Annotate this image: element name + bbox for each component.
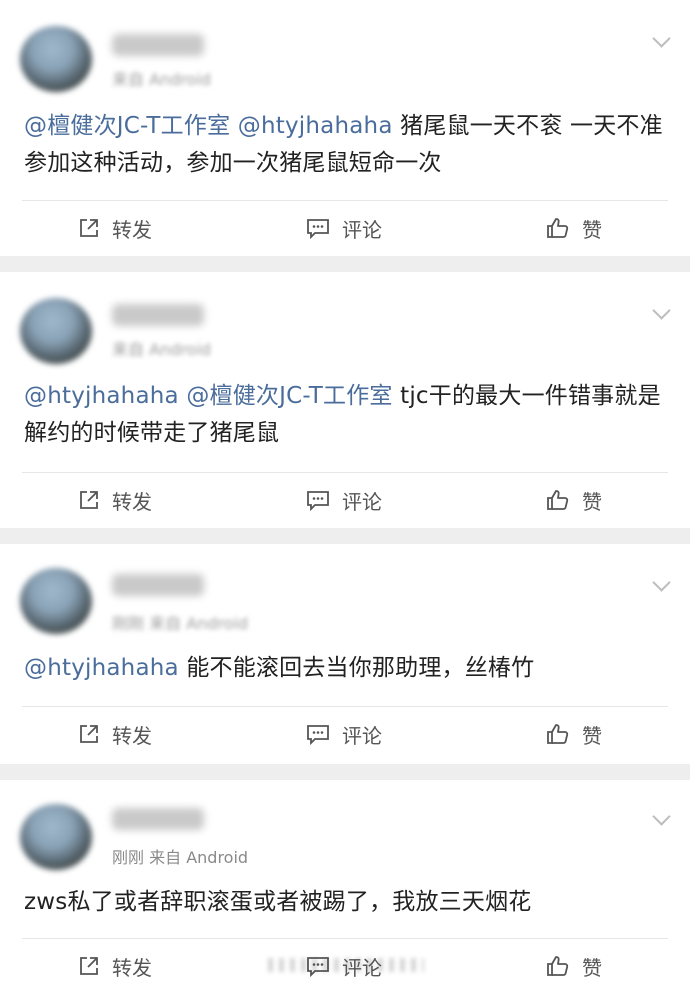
post-source: 来自 Android xyxy=(149,614,249,633)
action-bar: 转发 评论 赞 xyxy=(0,714,690,754)
username-blurred[interactable] xyxy=(112,574,204,596)
post-content: @檀健次JC-T工作室 @htyjhahaha 猪尾鼠一天不衮 一天不准参加这种… xyxy=(24,108,666,182)
comment-button[interactable]: 评论 xyxy=(306,480,382,520)
mention-link[interactable]: @檀健次JC-T工作室 xyxy=(24,113,230,139)
post-time: 刚刚 xyxy=(112,848,145,867)
comment-label: 评论 xyxy=(342,723,382,748)
post-meta: 来自 Android xyxy=(112,66,211,90)
comment-button[interactable]: 评论 xyxy=(306,208,382,248)
post-meta: 刚刚 来自 Android xyxy=(112,844,248,868)
post-source: 来自 Android xyxy=(112,340,211,359)
thumbs-up-icon xyxy=(547,490,569,510)
repost-button[interactable]: 转发 xyxy=(78,208,152,248)
chevron-down-icon[interactable] xyxy=(652,807,671,826)
thumbs-up-icon xyxy=(547,218,569,238)
thumbs-up-icon xyxy=(547,956,569,976)
avatar[interactable] xyxy=(20,804,92,870)
chevron-down-icon[interactable] xyxy=(652,29,671,48)
repost-button[interactable]: 转发 xyxy=(78,714,152,754)
post-card: 刚刚 来自 Android @htyjhahaha 能不能滚回去当你那助理，丝椿… xyxy=(0,544,690,764)
comment-icon xyxy=(307,491,329,511)
repost-icon xyxy=(80,219,98,237)
avatar[interactable] xyxy=(20,568,92,634)
like-label: 赞 xyxy=(582,955,602,980)
divider xyxy=(22,472,668,473)
post-content: @htyjhahaha 能不能滚回去当你那助理，丝椿竹 xyxy=(24,650,666,687)
like-label: 赞 xyxy=(582,723,602,748)
like-button[interactable]: 赞 xyxy=(546,480,602,520)
username-blurred[interactable] xyxy=(112,34,204,56)
post-source: 来自 Android xyxy=(149,848,249,867)
post-content: zws私了或者辞职滚蛋或者被踢了，我放三天烟花 xyxy=(24,884,666,921)
comment-label: 评论 xyxy=(342,489,382,514)
thumbs-up-icon xyxy=(547,724,569,744)
post-time: 刚刚 xyxy=(112,614,145,633)
avatar[interactable] xyxy=(20,26,92,92)
like-label: 赞 xyxy=(582,489,602,514)
action-bar: 转发 评论 赞 xyxy=(0,946,690,986)
post-meta: 刚刚 来自 Android xyxy=(112,610,248,634)
action-bar: 转发 评论 赞 xyxy=(0,480,690,520)
comment-icon xyxy=(307,957,329,977)
divider xyxy=(22,706,668,707)
mention-link[interactable]: @htyjhahaha xyxy=(24,655,179,681)
post-content: @htyjhahaha @檀健次JC-T工作室 tjc干的最大一件错事就是解约的… xyxy=(24,378,666,452)
comment-icon xyxy=(307,725,329,745)
chevron-down-icon[interactable] xyxy=(652,301,671,320)
divider xyxy=(22,200,668,201)
comment-label: 评论 xyxy=(342,217,382,242)
comment-label: 评论 xyxy=(342,955,382,980)
like-button[interactable]: 赞 xyxy=(546,946,602,986)
repost-icon xyxy=(80,957,98,975)
post-card: 来自 Android @htyjhahaha @檀健次JC-T工作室 tjc干的… xyxy=(0,272,690,528)
comment-button[interactable]: 评论 xyxy=(306,946,382,986)
repost-label: 转发 xyxy=(112,217,152,242)
like-label: 赞 xyxy=(582,217,602,242)
post-text xyxy=(230,113,238,139)
repost-icon xyxy=(80,725,98,743)
divider xyxy=(22,938,668,939)
repost-label: 转发 xyxy=(112,723,152,748)
post-meta: 来自 Android xyxy=(112,336,211,360)
post-card: 来自 Android @檀健次JC-T工作室 @htyjhahaha 猪尾鼠一天… xyxy=(0,0,690,256)
like-button[interactable]: 赞 xyxy=(546,714,602,754)
post-text: 能不能滚回去当你那助理，丝椿竹 xyxy=(178,655,535,681)
repost-button[interactable]: 转发 xyxy=(78,480,152,520)
repost-button[interactable]: 转发 xyxy=(78,946,152,986)
comment-icon xyxy=(307,219,329,239)
like-button[interactable]: 赞 xyxy=(546,208,602,248)
comment-button[interactable]: 评论 xyxy=(306,714,382,754)
action-bar: 转发 评论 赞 xyxy=(0,208,690,248)
post-card: 刚刚 来自 Android zws私了或者辞职滚蛋或者被踢了，我放三天烟花 转发… xyxy=(0,780,690,986)
repost-label: 转发 xyxy=(112,955,152,980)
mention-link[interactable]: @htyjhahaha xyxy=(238,113,393,139)
post-source: 来自 Android xyxy=(112,70,211,89)
post-text: zws私了或者辞职滚蛋或者被踢了，我放三天烟花 xyxy=(24,889,532,915)
chevron-down-icon[interactable] xyxy=(652,573,671,592)
repost-label: 转发 xyxy=(112,489,152,514)
avatar[interactable] xyxy=(20,298,92,364)
mention-link[interactable]: @htyjhahaha xyxy=(24,383,179,409)
repost-icon xyxy=(80,491,98,509)
username-blurred[interactable] xyxy=(112,808,204,830)
mention-link[interactable]: @檀健次JC-T工作室 xyxy=(186,383,392,409)
username-blurred[interactable] xyxy=(112,304,204,326)
